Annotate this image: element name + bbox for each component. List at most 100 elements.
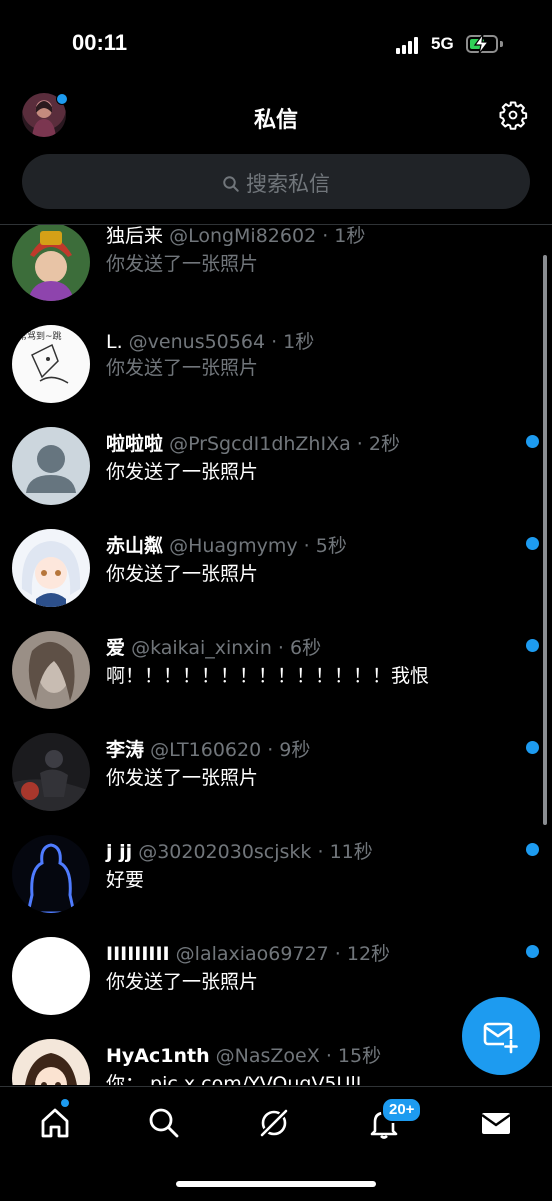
search-placeholder: 搜索私信 [246,172,330,196]
search-icon [223,176,239,192]
conversation-header: 啦啦啦 @PrSgcdI1dhZhIXa · 2秒 [106,429,400,456]
message-time: · 6秒 [277,637,322,659]
avatar [12,937,90,1015]
message-time: · 12秒 [334,943,391,965]
status-bar: 00:11 5G [0,0,552,90]
avatar: 常骂到~跳 [12,325,90,403]
avatar [12,529,90,607]
sender-name: 独后来 [106,225,164,247]
sender-name: L. [106,331,123,353]
message-time: · 9秒 [267,739,311,761]
message-preview: 你发送了一张照片 [106,461,259,483]
conversation-row[interactable]: 爱 @kaikai_xinxin · 6秒 啊！！！！！！！！！！！！！！我恨 [0,631,552,733]
network-type: 5G [431,34,454,53]
unread-dot [526,639,539,652]
message-time: · 1秒 [322,225,366,247]
message-time: · 11秒 [317,841,373,863]
message-preview: 你发送了一张照片 [106,563,259,585]
sender-handle: @LT160620 [150,739,262,761]
conversation-list[interactable]: 独后来 @LongMi82602 · 1秒 你发送了一张照片 常骂到~跳 L. … [0,225,552,1085]
sender-handle: @kaikai_xinxin [131,637,272,659]
avatar-image-icon [12,225,90,301]
conversation-row[interactable]: 赤山粼 @Huagmymy · 5秒 你发送了一张照片 [0,529,552,631]
unread-dot [526,537,539,550]
sender-handle: @NasZoeX [215,1045,320,1067]
scrollbar[interactable] [543,255,547,825]
message-preview: 你发送了一张照片 [106,767,259,789]
new-message-button[interactable] [462,997,540,1075]
message-preview: 你发送了一张照片 [106,357,259,379]
avatar [12,631,90,709]
search-input[interactable]: 搜索私信 [22,154,530,209]
unread-dot [526,945,539,958]
sender-name: j jj [106,841,133,863]
sender-name: 李涛 [106,739,145,761]
sender-handle: @30202030scjskk [138,841,312,863]
sender-handle: @LongMi82602 [169,225,317,247]
sender-handle: @PrSgcdI1dhZhIXa [169,433,351,455]
home-indicator[interactable] [176,1181,376,1187]
compose-message-icon [483,1022,518,1054]
conversation-header: IIIIIIIII @lalaxiao69727 · 12秒 [106,939,390,966]
avatar-image-icon [12,1039,90,1085]
home-icon[interactable] [37,1105,73,1141]
conversation-row[interactable]: 独后来 @LongMi82602 · 1秒 你发送了一张照片 [0,225,552,325]
conversation-row[interactable]: 啦啦啦 @PrSgcdI1dhZhIXa · 2秒 你发送了一张照片 [0,427,552,529]
avatar-image-icon: 常骂到~跳 [12,325,90,403]
conversation-row[interactable]: j jj @30202030scjskk · 11秒 好要 [0,835,552,937]
header: 私信 [0,90,552,146]
notifications-badge: 20+ [381,1097,423,1123]
message-time: · 1秒 [271,331,315,353]
conversation-row[interactable]: 常骂到~跳 L. @venus50564 · 1秒 你发送了一张照片 [0,325,552,427]
svg-text:常骂到~跳: 常骂到~跳 [18,330,62,342]
settings-gear-icon[interactable] [498,100,528,130]
sender-handle: @Huagmymy [169,535,298,557]
sender-handle: @venus50564 [128,331,266,353]
avatar-image-icon [12,529,90,607]
conversation-row[interactable]: 李涛 @LT160620 · 9秒 你发送了一张照片 [0,733,552,835]
conversation-header: 李涛 @LT160620 · 9秒 [106,735,310,762]
messages-envelope-icon[interactable] [478,1105,514,1141]
message-preview: 好要 [106,869,145,891]
sender-name: 啦啦啦 [106,433,164,455]
avatar-image-icon [12,733,90,811]
message-time: · 15秒 [325,1045,382,1067]
home-unread-dot [61,1099,69,1107]
avatar [12,733,90,811]
unread-dot [526,843,539,856]
conversation-header: 赤山粼 @Huagmymy · 5秒 [106,531,347,558]
sender-name: 赤山粼 [106,535,164,557]
conversation-header: L. @venus50564 · 1秒 [106,327,314,354]
charging-bolt-icon [473,33,490,55]
battery-tip [500,41,503,47]
unread-dot [526,435,539,448]
search-icon[interactable] [146,1105,182,1141]
avatar [12,225,90,301]
message-preview: 啊！！！！！！！！！！！！！！我恨 [106,665,430,687]
message-preview: 你发送了一张照片 [106,971,259,993]
message-time: · 2秒 [356,433,400,455]
status-time: 00:11 [72,30,128,55]
unread-dot [526,741,539,754]
grok-icon[interactable] [256,1105,292,1141]
search-placeholder-wrap: 搜索私信 [22,168,530,198]
conversation-header: 爱 @kaikai_xinxin · 6秒 [106,633,321,660]
conversation-header: HyAc1nth @NasZoeX · 15秒 [106,1041,381,1068]
message-preview: 你发送了一张照片 [106,253,259,275]
sender-name: IIIIIIIII [106,943,170,965]
conversation-header: 独后来 @LongMi82602 · 1秒 [106,225,365,248]
message-time: · 5秒 [303,535,347,557]
avatar-image-icon [12,631,90,709]
avatar-image-icon [12,835,90,913]
avatar [12,427,90,505]
sender-handle: @lalaxiao69727 [175,943,329,965]
sender-name: 爱 [106,637,126,659]
cellular-signal-icon [396,36,420,54]
page-title: 私信 [253,108,298,133]
avatar [12,835,90,913]
message-preview: 你： pic.x.com/YVOugV5UlJ [106,1073,362,1085]
sender-name: HyAc1nth [106,1045,210,1067]
default-avatar-icon [12,427,90,505]
conversation-header: j jj @30202030scjskk · 11秒 [106,837,373,864]
avatar [12,1039,90,1085]
